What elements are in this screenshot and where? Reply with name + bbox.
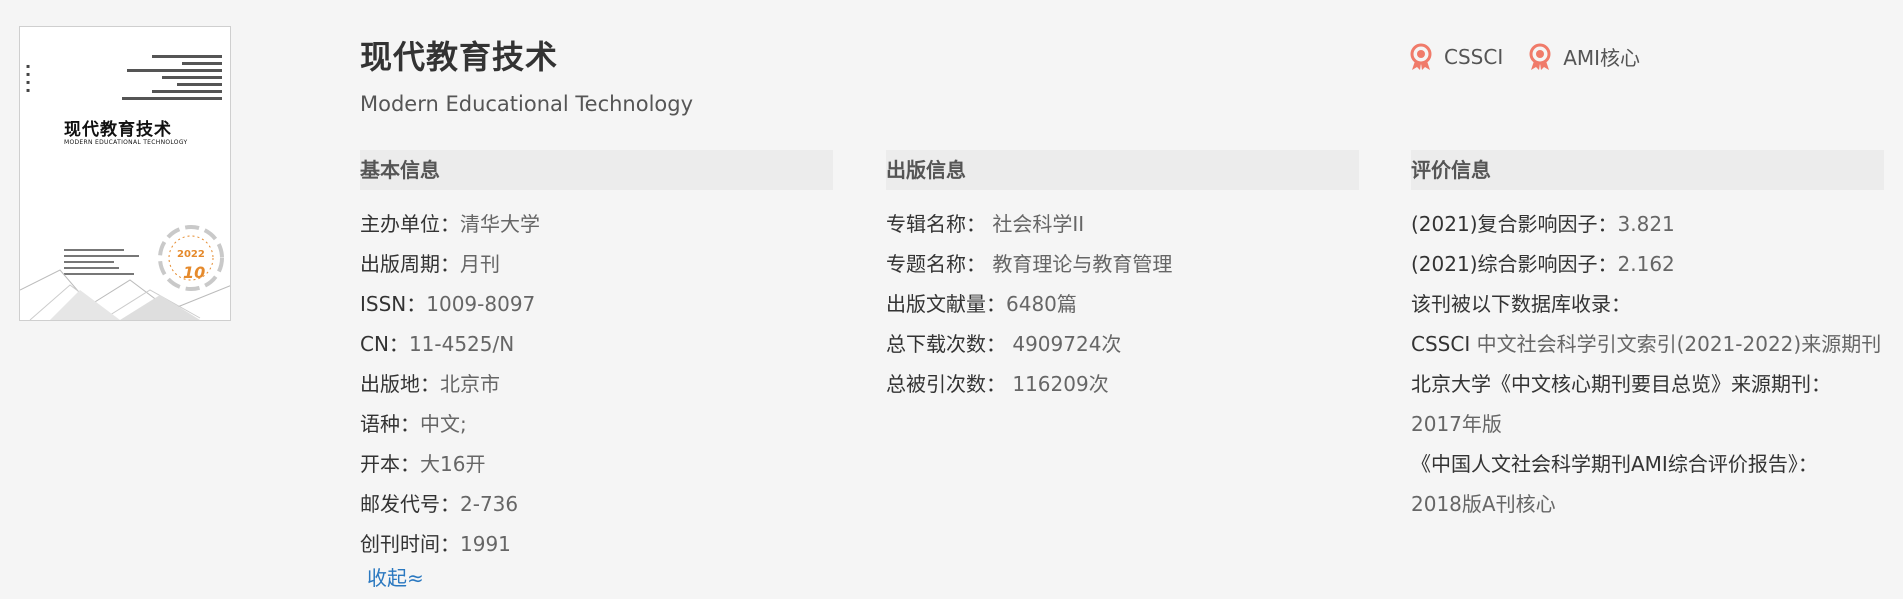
cover-header-lines [112,55,222,104]
info-row-founded: 创刊时间：1991 [360,532,511,556]
cover-spine: ▪ ▪ ▪ ▪ [26,63,31,94]
publish-info-heading: 出版信息 [886,150,1359,190]
info-row-comprehensive-if: (2021)综合影响因子：2.162 [1411,252,1675,276]
info-row-db-label: 该刊被以下数据库收录： [1411,292,1631,316]
info-row-place: 出版地：北京市 [360,372,500,396]
evaluation-info-section: 评价信息 (2021)复合影响因子：3.821 (2021)综合影响因子：2.1… [1411,150,1884,524]
info-row-pku-value: 2017年版 [1411,412,1502,436]
info-row-pku-label: 北京大学《中文核心期刊要目总览》来源期刊： [1411,372,1831,396]
cover-issue: 10 [183,263,206,282]
info-row-doc-count: 出版文献量：6480篇 [886,292,1077,316]
info-row-cn: CN：11-4525/N [360,332,515,356]
cover-en-title: MODERN EDUCATIONAL TECHNOLOGY [64,139,188,146]
info-row-topic: 专题名称： 教育理论与教育管理 [886,252,1173,276]
badge-ami: AMI核心 [1527,42,1640,71]
info-row-composite-if: (2021)复合影响因子：3.821 [1411,212,1675,236]
info-row-issn: ISSN：1009-8097 [360,292,536,316]
info-row-ami-label: 《中国人文社会科学期刊AMI综合评价报告》： [1411,452,1818,476]
collapse-link[interactable]: 收起≈ [367,562,424,591]
info-row-postal-code: 邮发代号：2-736 [360,492,519,516]
journal-title: 现代教育技术 [360,38,559,76]
award-icon [1410,43,1432,70]
basic-info-section: 基本信息 主办单位：清华大学 出版周期：月刊 ISSN：1009-8097 CN… [360,150,833,564]
evaluation-info-heading: 评价信息 [1411,150,1884,190]
badge-cssci-label: CSSCI [1444,44,1504,69]
award-icon [1529,43,1551,70]
info-row-sponsor: 主办单位：清华大学 [360,212,540,236]
journal-subtitle: Modern Educational Technology [360,92,694,116]
basic-info-heading: 基本信息 [360,150,833,190]
info-row-album: 专辑名称： 社会科学II [886,212,1085,236]
info-row-cssci: CSSCI 中文社会科学引文索引(2021-2022)来源期刊 [1411,332,1882,356]
info-row-downloads: 总下载次数： 4909724次 [886,332,1122,356]
info-row-citations: 总被引次数： 116209次 [886,372,1109,396]
badge-cssci: CSSCI [1408,42,1503,71]
info-row-frequency: 出版周期：月刊 [360,252,500,276]
info-row-ami-value: 2018版A刊核心 [1411,492,1556,516]
info-row-format: 开本：大16开 [360,452,486,476]
badge-ami-label: AMI核心 [1563,46,1641,70]
cover-title: 现代教育技术 [64,120,172,140]
journal-cover: ▪ ▪ ▪ ▪ 现代教育技术 MODERN EDUCATIONAL TECHNOLOG… [19,26,231,321]
cover-year: 2022 [177,249,205,260]
publish-info-section: 出版信息 专辑名称： 社会科学II 专题名称： 教育理论与教育管理 出版文献量：… [886,150,1359,404]
info-row-language: 语种：中文; [360,412,467,436]
journal-badges: CSSCI AMI核心 [1408,42,1640,71]
